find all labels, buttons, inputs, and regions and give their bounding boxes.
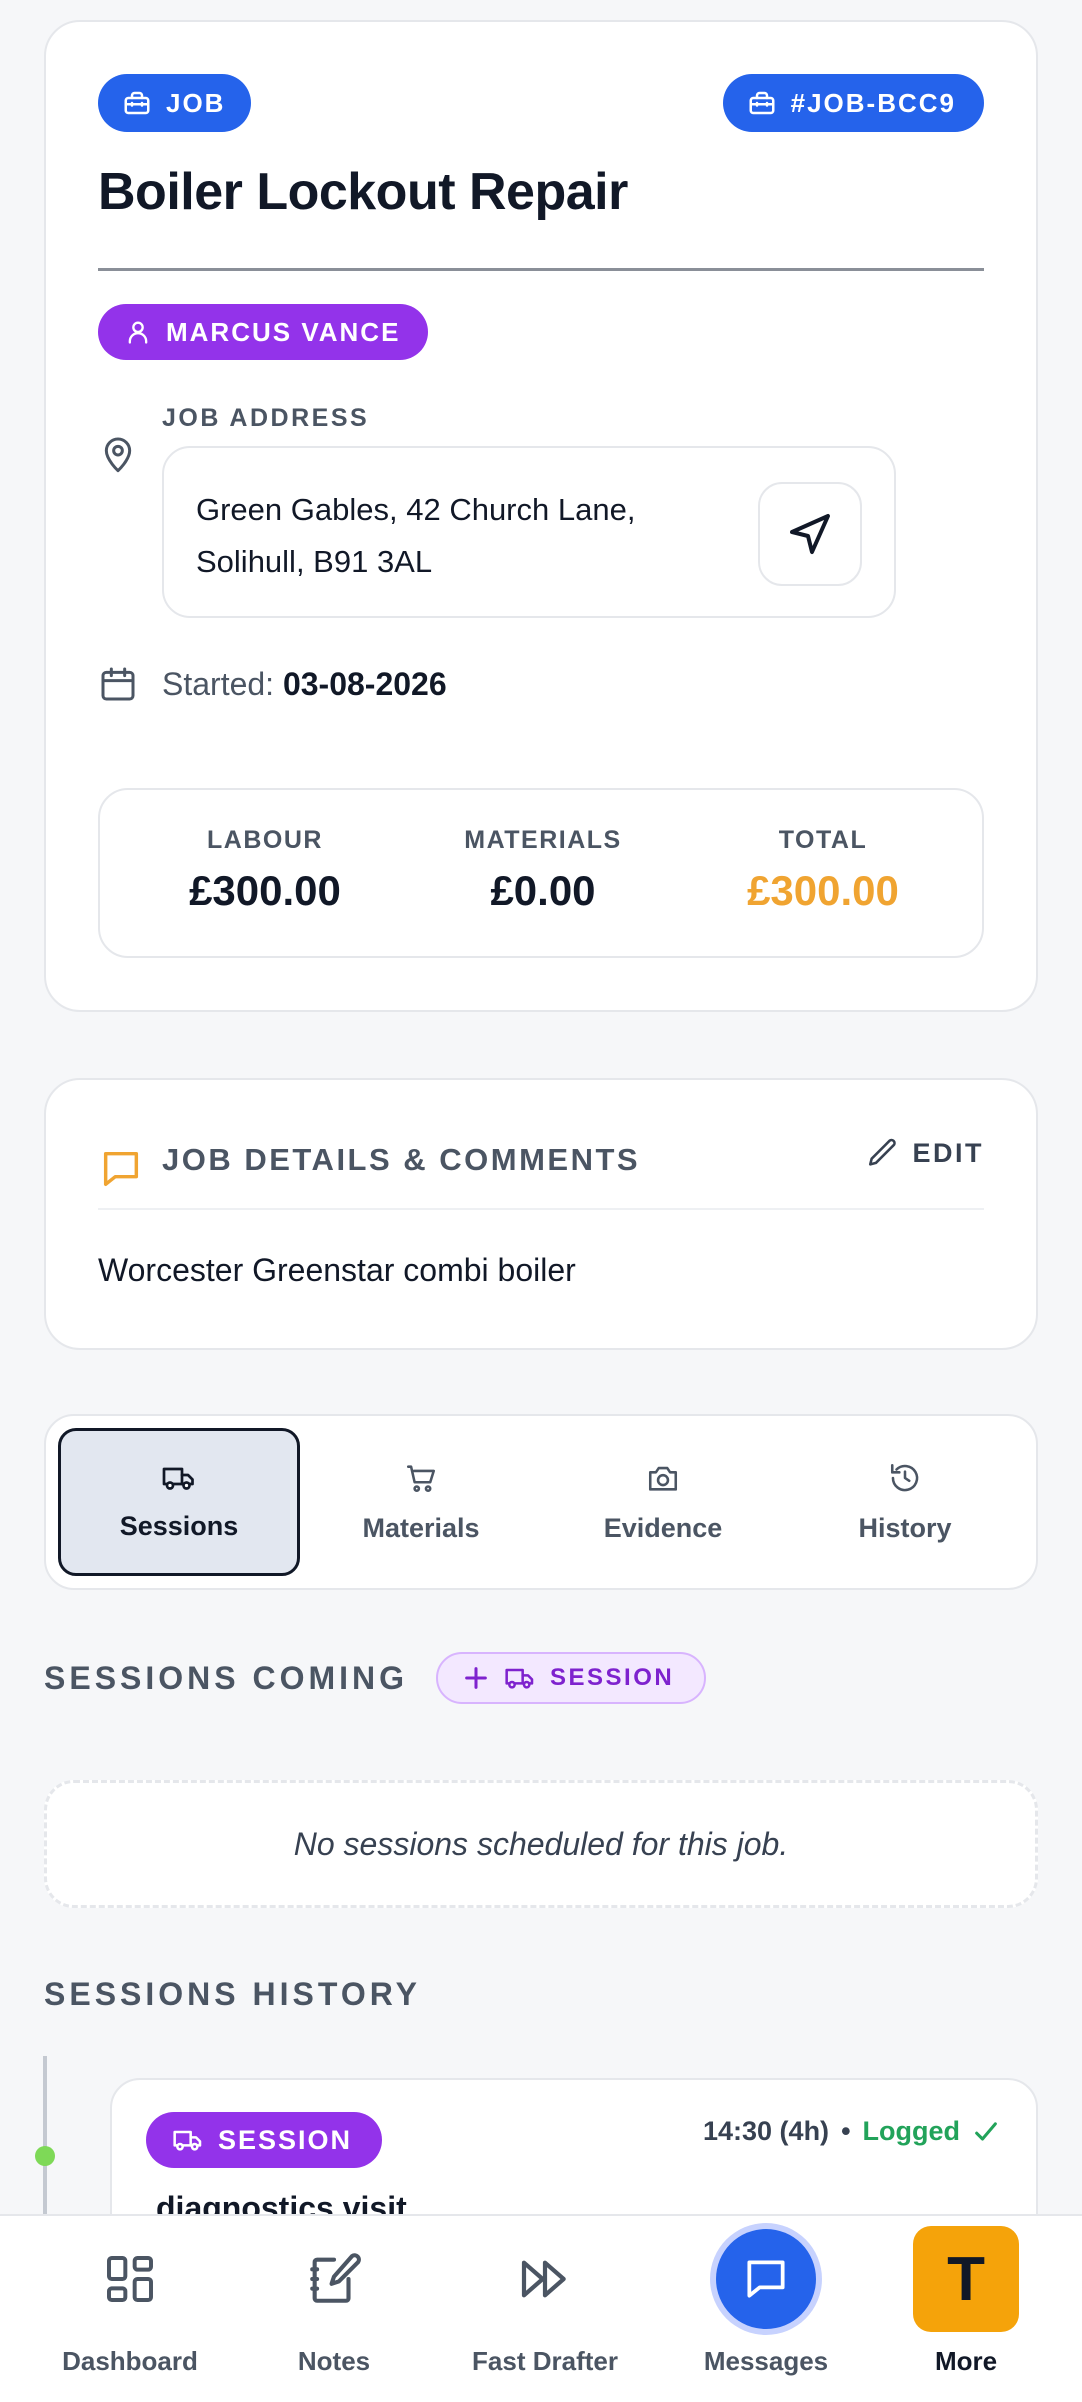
nav-messages[interactable]: Messages <box>676 2216 856 2402</box>
session-time: 14:30 (4h) <box>703 2116 830 2146</box>
history-icon <box>890 1463 919 1491</box>
address-box[interactable]: Green Gables, 42 Church Lane, Solihull, … <box>162 446 896 618</box>
bottom-nav: Dashboard Notes Fast Drafter Messages T … <box>0 2214 1082 2402</box>
navigation-arrow-icon <box>790 514 830 554</box>
add-session-button[interactable]: SESSION <box>436 1652 707 1704</box>
started-line: Started: 03-08-2026 <box>162 666 447 703</box>
messages-button[interactable] <box>716 2229 816 2329</box>
nav-more-label: More <box>934 2346 998 2376</box>
comment-icon <box>103 1151 139 1187</box>
nav-dashboard[interactable]: Dashboard <box>40 2216 220 2402</box>
total-label: TOTAL <box>778 826 868 854</box>
tab-bar: Sessions Materials Evidence History <box>44 1414 1038 1590</box>
started-date: 03-08-2026 <box>282 666 447 702</box>
materials-label: MATERIALS <box>464 826 622 854</box>
van-icon <box>162 1467 194 1490</box>
notes-icon <box>310 2253 361 2303</box>
job-details-card: JOB DETAILS & COMMENTS EDIT Worcester Gr… <box>44 1078 1038 1350</box>
labour-total: LABOUR £300.00 <box>125 826 405 915</box>
address-text: Green Gables, 42 Church Lane, Solihull, … <box>196 492 636 579</box>
user-icon <box>128 321 148 344</box>
started-label: Started: <box>162 666 275 702</box>
job-id-badge: #JOB-BCC9 <box>722 74 984 132</box>
navigate-button[interactable] <box>758 482 862 586</box>
tab-sessions-label: Sessions <box>119 1510 239 1541</box>
totals-box: LABOUR £300.00 MATERIALS £0.00 TOTAL £30… <box>98 788 984 958</box>
session-meta: 14:30 (4h) • Logged <box>703 2116 1000 2147</box>
nav-notes-label: Notes <box>297 2346 371 2376</box>
van-icon <box>173 2130 202 2151</box>
toolbox-icon <box>749 91 775 115</box>
details-title: JOB DETAILS & COMMENTS <box>162 1142 641 1177</box>
tab-history-label: History <box>858 1512 952 1543</box>
nav-notes[interactable]: Notes <box>254 2216 414 2402</box>
grand-total: TOTAL £300.00 <box>683 826 963 915</box>
nav-more[interactable]: T More <box>896 2216 1036 2402</box>
labour-value: £300.00 <box>189 867 341 914</box>
calendar-icon <box>101 667 135 701</box>
job-title: Boiler Lockout Repair <box>98 163 628 221</box>
job-id-label: #JOB-BCC9 <box>790 87 956 118</box>
timeline-dot <box>35 2146 55 2166</box>
labour-label: LABOUR <box>207 826 323 854</box>
title-divider <box>98 268 984 271</box>
add-session-label: SESSION <box>550 1664 675 1691</box>
fast-forward-icon <box>521 2260 566 2298</box>
nav-messages-label: Messages <box>703 2346 829 2376</box>
plus-icon <box>465 1667 487 1689</box>
tab-evidence-label: Evidence <box>603 1512 723 1543</box>
nav-dashboard-label: Dashboard <box>62 2346 198 2376</box>
session-badge-label: SESSION <box>218 2124 353 2155</box>
session-badge: SESSION <box>146 2112 383 2168</box>
nav-fast-drafter[interactable]: Fast Drafter <box>450 2216 640 2402</box>
edit-button[interactable]: EDIT <box>866 1136 984 1170</box>
job-card: JOB #JOB-BCC9 Boiler Lockout Repair MARC… <box>44 20 1038 1012</box>
materials-total: MATERIALS £0.00 <box>403 826 683 915</box>
address-label: JOB ADDRESS <box>162 404 370 432</box>
total-value: £300.00 <box>747 867 899 914</box>
job-type-badge: JOB <box>98 74 252 132</box>
check-icon <box>975 2121 997 2141</box>
message-icon <box>747 2260 785 2298</box>
details-text: Worcester Greenstar combi boiler <box>98 1252 576 1288</box>
tab-sessions[interactable]: Sessions <box>58 1428 300 1576</box>
edit-label: EDIT <box>912 1137 984 1168</box>
nav-fast-drafter-label: Fast Drafter <box>472 2346 618 2376</box>
customer-badge[interactable]: MARCUS VANCE <box>98 304 429 360</box>
cart-icon <box>406 1464 436 1492</box>
tab-evidence[interactable]: Evidence <box>542 1428 784 1576</box>
customer-name: MARCUS VANCE <box>166 316 401 347</box>
avatar[interactable]: T <box>913 2226 1019 2332</box>
tab-materials-label: Materials <box>362 1512 480 1543</box>
materials-value: £0.00 <box>490 867 596 914</box>
meta-separator: • <box>841 2116 851 2146</box>
timeline-line <box>43 2056 47 2216</box>
dashboard-icon <box>107 2256 153 2302</box>
session-status: Logged <box>862 2116 960 2146</box>
camera-icon <box>648 1466 678 1491</box>
pencil-icon <box>869 1138 897 1166</box>
van-icon <box>505 1668 534 1689</box>
empty-sessions-message: No sessions scheduled for this job. <box>44 1780 1038 1908</box>
details-divider <box>98 1208 984 1210</box>
tab-history[interactable]: History <box>784 1428 1026 1576</box>
toolbox-icon <box>124 91 150 115</box>
sessions-history-heading: SESSIONS HISTORY <box>44 1976 421 2012</box>
sessions-coming-heading: SESSIONS COMING <box>44 1660 409 1696</box>
tab-materials[interactable]: Materials <box>300 1428 542 1576</box>
map-pin-icon <box>104 437 132 473</box>
job-type-label: JOB <box>166 87 226 118</box>
